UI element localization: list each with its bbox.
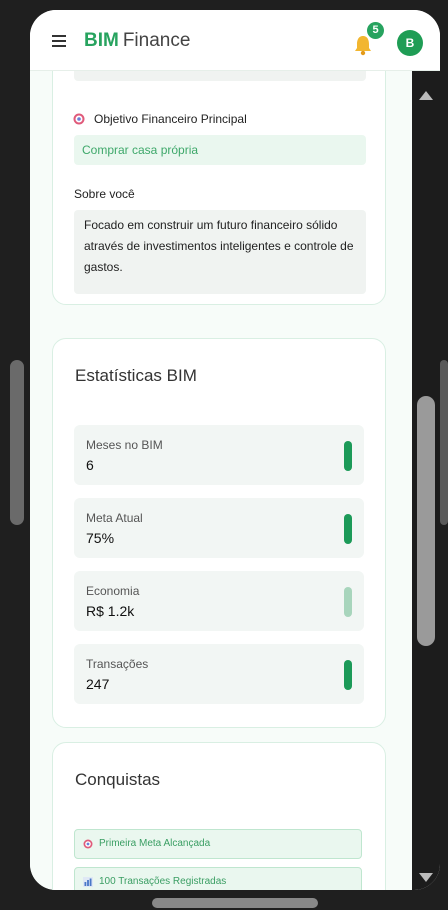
stat-indicator-bar	[344, 514, 352, 544]
goal-value: Comprar casa própria	[74, 135, 366, 165]
stat-value: 247	[86, 676, 110, 692]
achievements-card: Conquistas Primeira Meta Alcançada 100 T…	[52, 742, 386, 890]
stat-label: Meses no BIM	[86, 438, 163, 452]
left-scroll-strip	[10, 360, 24, 525]
about-text: Focado em construir um futuro financeiro…	[74, 210, 366, 294]
stat-item: Meta Atual 75%	[74, 498, 364, 558]
stat-item: Meses no BIM 6	[74, 425, 364, 485]
stats-card: Estatísticas BIM Meses no BIM 6 Meta Atu…	[52, 338, 386, 728]
stat-item: Economia R$ 1.2k	[74, 571, 364, 631]
stat-item: Transações 247	[74, 644, 364, 704]
app-header: BIM Finance 5 B	[30, 10, 440, 71]
goal-label: Objetivo Financeiro Principal	[73, 112, 247, 126]
scroll-up-arrow-icon[interactable]	[419, 91, 433, 100]
achievement-label: Primeira Meta Alcançada	[99, 838, 211, 849]
target-icon	[73, 113, 85, 125]
stat-value: 6	[86, 457, 94, 473]
stat-label: Economia	[86, 584, 140, 598]
app-window: BIM Finance 5 B Objetivo Financeiro Princ…	[30, 10, 440, 890]
brand-logo: BIM Finance	[84, 30, 190, 52]
stats-title: Estatísticas BIM	[75, 366, 197, 385]
chart-icon	[83, 877, 93, 887]
brand-bold: BIM	[84, 30, 119, 51]
achievement-label: 100 Transações Registradas	[99, 876, 227, 887]
about-label: Sobre você	[74, 187, 135, 201]
horizontal-scrollbar[interactable]	[152, 898, 318, 908]
menu-icon[interactable]	[52, 35, 66, 47]
achievement-item: Primeira Meta Alcançada	[74, 829, 362, 859]
vertical-scrollbar[interactable]	[412, 71, 440, 890]
main-content: Objetivo Financeiro Principal Comprar ca…	[30, 71, 412, 890]
notification-badge: 5	[367, 22, 384, 39]
scroll-thumb[interactable]	[417, 396, 435, 646]
stat-indicator-bar	[344, 587, 352, 617]
goal-label-text: Objetivo Financeiro Principal	[94, 112, 247, 126]
stat-indicator-bar	[344, 660, 352, 690]
scroll-down-arrow-icon[interactable]	[419, 873, 433, 882]
brand-name: Finance	[122, 30, 191, 51]
stat-label: Transações	[86, 657, 149, 671]
avatar[interactable]: B	[397, 30, 423, 56]
right-scroll-strip	[440, 360, 448, 525]
achievement-item: 100 Transações Registradas	[74, 867, 362, 890]
previous-field	[74, 71, 366, 81]
stat-value: 75%	[86, 530, 115, 546]
achievements-title: Conquistas	[75, 770, 161, 789]
stat-indicator-bar	[344, 441, 352, 471]
stat-value: R$ 1.2k	[86, 603, 135, 619]
target-icon	[83, 839, 93, 849]
stat-label: Meta Atual	[86, 511, 143, 525]
profile-card: Objetivo Financeiro Principal Comprar ca…	[52, 71, 386, 305]
